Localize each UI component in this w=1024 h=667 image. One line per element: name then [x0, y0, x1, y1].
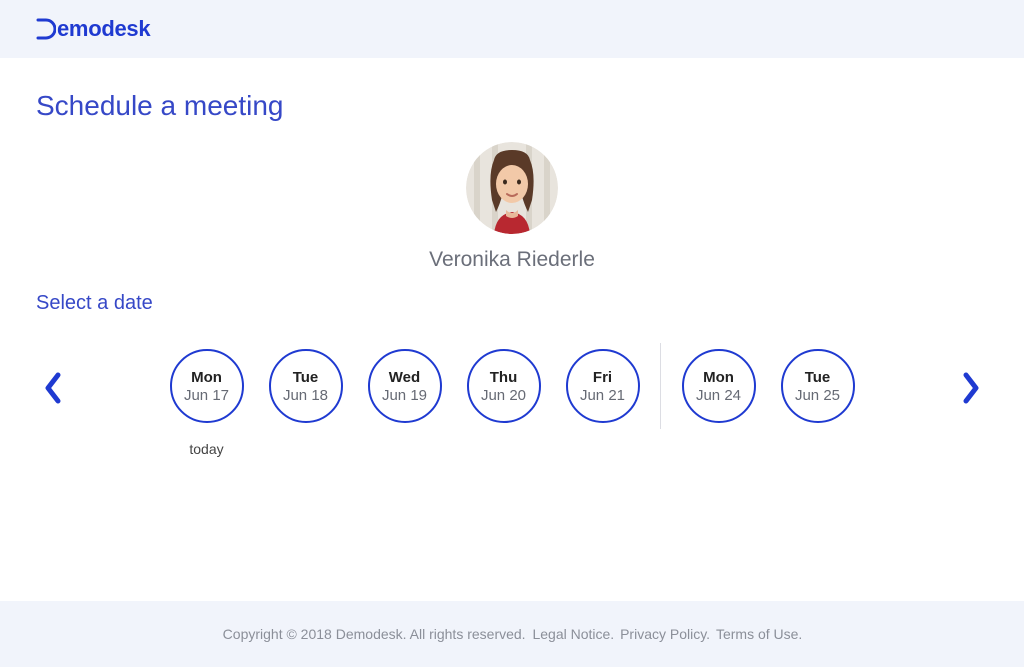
chevron-left-icon	[44, 371, 64, 405]
host-name: Veronika Riederle	[36, 248, 988, 272]
date-weekday: Thu	[490, 368, 518, 388]
select-date-label: Select a date	[36, 292, 988, 315]
date-month-day: Jun 18	[283, 387, 328, 404]
chevron-right-icon	[960, 371, 980, 405]
date-circle: Fri Jun 21	[566, 349, 640, 423]
date-option[interactable]: Tue Jun 25	[768, 349, 867, 423]
date-month-day: Jun 25	[795, 387, 840, 404]
host-section: Veronika Riederle	[36, 142, 988, 272]
week-divider	[660, 343, 661, 429]
terms-of-use-link[interactable]: Terms of Use.	[716, 626, 802, 642]
date-weekday: Mon	[703, 368, 734, 388]
date-month-day: Jun 17	[184, 387, 229, 404]
date-circle: Mon Jun 24	[682, 349, 756, 423]
demodesk-d-icon	[36, 18, 56, 40]
date-weekday: Wed	[389, 368, 420, 388]
date-weekday: Tue	[293, 368, 319, 388]
footer: Copyright © 2018 Demodesk. All rights re…	[0, 601, 1024, 667]
date-weekday: Tue	[805, 368, 831, 388]
date-month-day: Jun 21	[580, 387, 625, 404]
dates-row: Mon Jun 17 today Tue Jun 18 Wed Jun 19	[157, 349, 867, 457]
date-weekday: Mon	[191, 368, 222, 388]
logo[interactable]: emodesk	[36, 16, 150, 42]
date-month-day: Jun 24	[696, 387, 741, 404]
date-circle: Wed Jun 19	[368, 349, 442, 423]
legal-notice-link[interactable]: Legal Notice.	[532, 626, 614, 642]
previous-dates-button[interactable]	[44, 371, 64, 405]
date-option[interactable]: Mon Jun 24	[669, 349, 768, 423]
page-title: Schedule a meeting	[36, 90, 988, 122]
date-weekday: Fri	[593, 368, 612, 388]
date-option[interactable]: Wed Jun 19	[355, 349, 454, 423]
privacy-policy-link[interactable]: Privacy Policy.	[620, 626, 710, 642]
main-content: Schedule a meeting	[0, 58, 1024, 457]
date-option[interactable]: Tue Jun 18	[256, 349, 355, 423]
date-circle: Tue Jun 25	[781, 349, 855, 423]
date-month-day: Jun 20	[481, 387, 526, 404]
date-picker: Mon Jun 17 today Tue Jun 18 Wed Jun 19	[36, 349, 988, 457]
date-option[interactable]: Mon Jun 17 today	[157, 349, 256, 457]
host-avatar	[466, 142, 558, 234]
logo-text: emodesk	[57, 16, 150, 42]
date-circle: Thu Jun 20	[467, 349, 541, 423]
date-option[interactable]: Thu Jun 20	[454, 349, 553, 423]
next-dates-button[interactable]	[960, 371, 980, 405]
copyright-text: Copyright © 2018 Demodesk. All rights re…	[223, 626, 526, 642]
today-label: today	[189, 441, 223, 457]
date-circle: Tue Jun 18	[269, 349, 343, 423]
date-circle: Mon Jun 17	[170, 349, 244, 423]
date-month-day: Jun 19	[382, 387, 427, 404]
app-header: emodesk	[0, 0, 1024, 58]
date-option[interactable]: Fri Jun 21	[553, 349, 652, 423]
